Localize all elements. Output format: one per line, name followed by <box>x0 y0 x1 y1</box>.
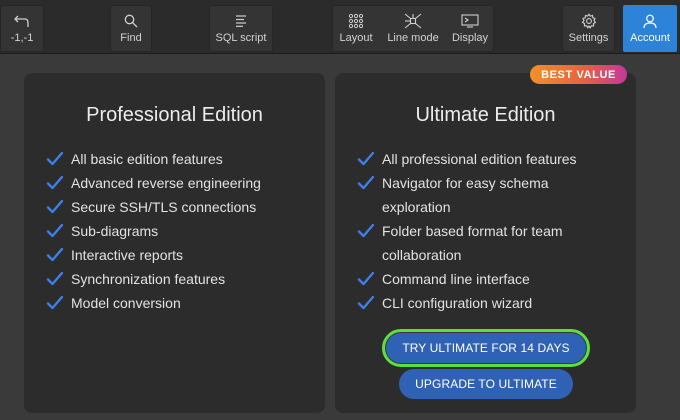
feature-text: Folder based format for team <box>382 223 563 239</box>
feature-text: Model conversion <box>71 295 181 311</box>
coordinates-label: -1,-1 <box>10 32 34 44</box>
list-item: Navigator for easy schema exploration <box>357 171 577 219</box>
monitor-icon <box>461 6 479 32</box>
ultimate-feature-list: All professional edition features Naviga… <box>357 147 577 315</box>
checkmark-icon <box>46 295 64 310</box>
find-label: Find <box>120 32 142 44</box>
checkmark-icon <box>357 295 375 310</box>
list-item: Command line interface <box>357 267 577 291</box>
feature-text-continued: collaboration <box>382 247 462 263</box>
checkmark-icon <box>46 271 64 286</box>
checkmark-icon <box>357 175 375 190</box>
ultimate-edition-title: Ultimate Edition <box>415 104 556 126</box>
find-button[interactable]: Find <box>110 5 152 52</box>
feature-text: Interactive reports <box>71 247 184 263</box>
try-ultimate-label: TRY ULTIMATE FOR 14 DAYS <box>387 334 585 362</box>
feature-text: Sub-diagrams <box>71 223 159 239</box>
undo-button[interactable]: -1,-1 <box>0 5 44 52</box>
list-item: Interactive reports <box>46 243 261 267</box>
try-ultimate-button[interactable]: TRY ULTIMATE FOR 14 DAYS <box>382 329 590 367</box>
feature-text: Navigator for easy schema <box>382 175 549 191</box>
layout-button[interactable]: Layout <box>333 6 379 51</box>
best-value-badge: BEST VALUE <box>530 65 627 84</box>
checkmark-icon <box>46 199 64 214</box>
checkmark-icon <box>357 223 375 238</box>
text-lines-icon <box>234 6 248 32</box>
professional-feature-list: All basic edition features Advanced reve… <box>46 147 261 315</box>
grid-icon <box>348 6 364 32</box>
gear-icon <box>581 6 597 32</box>
user-icon <box>643 6 657 32</box>
feature-text: Command line interface <box>382 271 530 287</box>
account-button[interactable]: Account <box>623 5 677 52</box>
feature-text: Secure SSH/TLS connections <box>71 199 257 215</box>
feature-text-continued: exploration <box>382 199 451 215</box>
list-item: Advanced reverse engineering <box>46 171 261 195</box>
checkmark-icon <box>46 247 64 262</box>
professional-edition-card: Professional Edition All basic edition f… <box>24 73 325 413</box>
feature-text: CLI configuration wizard <box>382 295 533 311</box>
list-item: Synchronization features <box>46 267 261 291</box>
list-item: Secure SSH/TLS connections <box>46 195 261 219</box>
list-item: All basic edition features <box>46 147 261 171</box>
checkmark-icon <box>46 175 64 190</box>
feature-text: Synchronization features <box>71 271 226 287</box>
search-icon <box>124 6 138 32</box>
toolbar: -1,-1 Find SQL script Layout Line mode D… <box>0 0 680 54</box>
professional-edition-title: Professional Edition <box>86 104 263 126</box>
checkmark-icon <box>46 151 64 166</box>
layout-label: Layout <box>339 32 373 44</box>
checkmark-icon <box>357 151 375 166</box>
feature-text: All professional edition features <box>382 151 577 167</box>
display-label: Display <box>451 32 489 44</box>
sql-script-label: SQL script <box>215 32 267 44</box>
line-mode-button[interactable]: Line mode <box>383 6 443 51</box>
network-lines-icon <box>404 6 422 32</box>
list-item: Model conversion <box>46 291 261 315</box>
display-button[interactable]: Display <box>447 6 493 51</box>
upgrade-to-ultimate-button[interactable]: UPGRADE TO ULTIMATE <box>399 369 573 399</box>
feature-text: Advanced reverse engineering <box>71 175 261 191</box>
checkmark-icon <box>357 271 375 286</box>
settings-button[interactable]: Settings <box>562 5 615 52</box>
list-item: Sub-diagrams <box>46 219 261 243</box>
settings-label: Settings <box>568 32 609 44</box>
undo-arrow-icon <box>14 6 30 32</box>
list-item: All professional edition features <box>357 147 577 171</box>
feature-text: All basic edition features <box>71 151 223 167</box>
sql-script-button[interactable]: SQL script <box>209 5 273 52</box>
account-label: Account <box>630 32 670 44</box>
line-mode-label: Line mode <box>387 32 439 44</box>
list-item: CLI configuration wizard <box>357 291 577 315</box>
view-button-group: Layout Line mode Display <box>332 5 494 52</box>
list-item: Folder based format for team collaboratio… <box>357 219 577 267</box>
checkmark-icon <box>46 223 64 238</box>
